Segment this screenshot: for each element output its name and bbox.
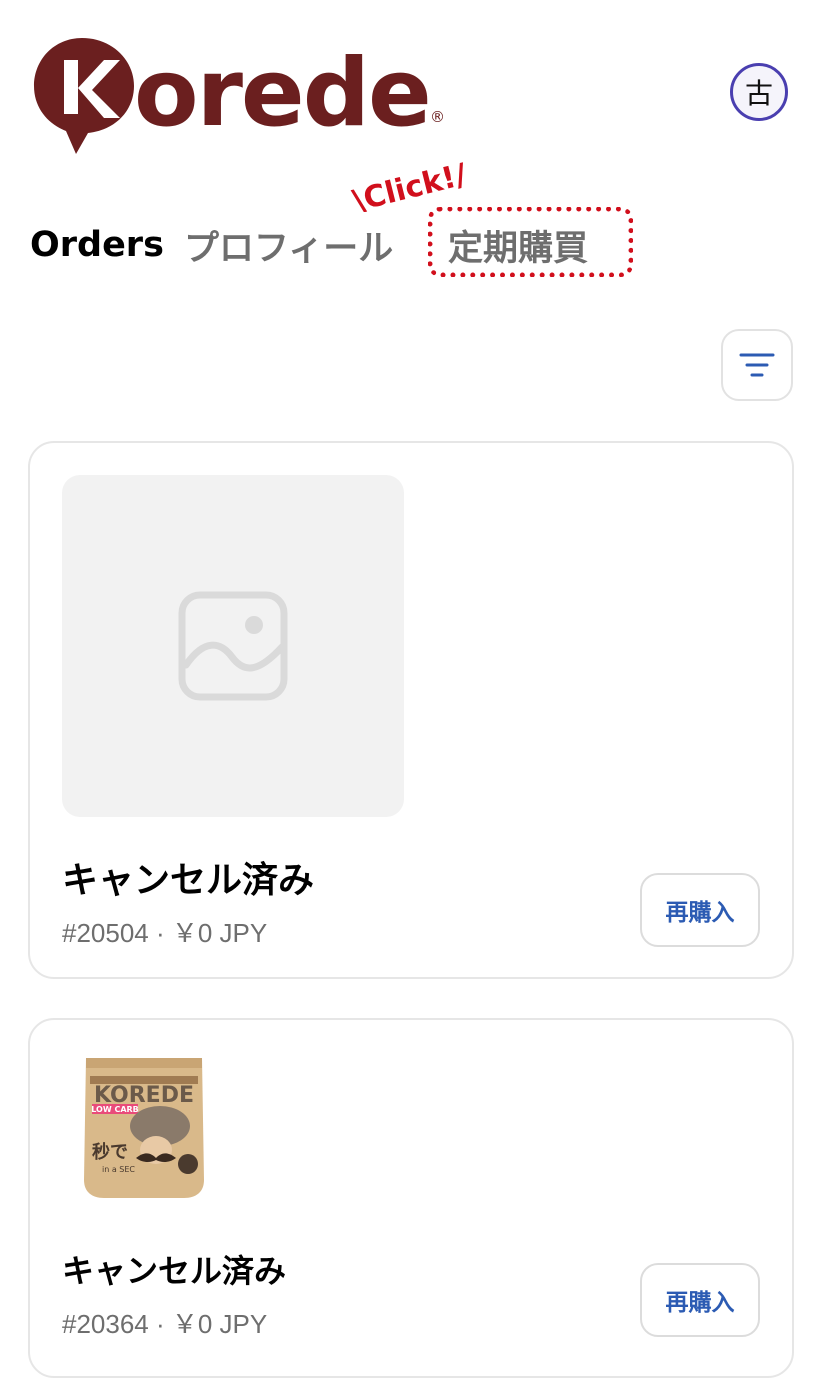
account-avatar[interactable]: 古 bbox=[730, 63, 788, 121]
filter-icon bbox=[739, 353, 775, 377]
order-meta: #20364 · ￥0 JPY bbox=[62, 1309, 268, 1339]
filter-button[interactable] bbox=[721, 329, 793, 401]
order-card[interactable]: KOREDE LOW CARB 秒で in a SEC キャンセル済み #203… bbox=[28, 1018, 794, 1378]
pouch-text: 秒で bbox=[92, 1141, 128, 1163]
tab-profile[interactable]: プロフィール bbox=[184, 220, 393, 271]
tab-orders[interactable]: Orders bbox=[30, 225, 164, 265]
rebuy-button[interactable]: 再購入 bbox=[640, 1263, 760, 1337]
order-card[interactable]: キャンセル済み #20504 · ￥0 JPY 再購入 bbox=[28, 441, 794, 979]
rebuy-button[interactable]: 再購入 bbox=[640, 873, 760, 947]
image-placeholder-icon bbox=[178, 591, 288, 701]
avatar-initial: 古 bbox=[744, 77, 773, 110]
click-annotation: \Click!/ bbox=[349, 157, 470, 212]
product-pouch-image: KOREDE LOW CARB 秒で in a SEC bbox=[84, 1058, 204, 1198]
order-status: キャンセル済み bbox=[62, 1252, 287, 1290]
logo-wordmark: orede bbox=[134, 39, 432, 148]
highlight-box bbox=[428, 207, 633, 277]
registered-mark: ® bbox=[430, 108, 445, 126]
order-thumbnail bbox=[62, 475, 404, 817]
order-status: キャンセル済み bbox=[62, 860, 315, 901]
pouch-tag: LOW CARB bbox=[91, 1105, 139, 1114]
click-annotation-text: \Click!/ bbox=[349, 157, 470, 212]
logo-mark-icon bbox=[34, 38, 134, 154]
order-meta: #20504 · ￥0 JPY bbox=[62, 918, 268, 948]
pouch-subtext: in a SEC bbox=[102, 1165, 135, 1174]
